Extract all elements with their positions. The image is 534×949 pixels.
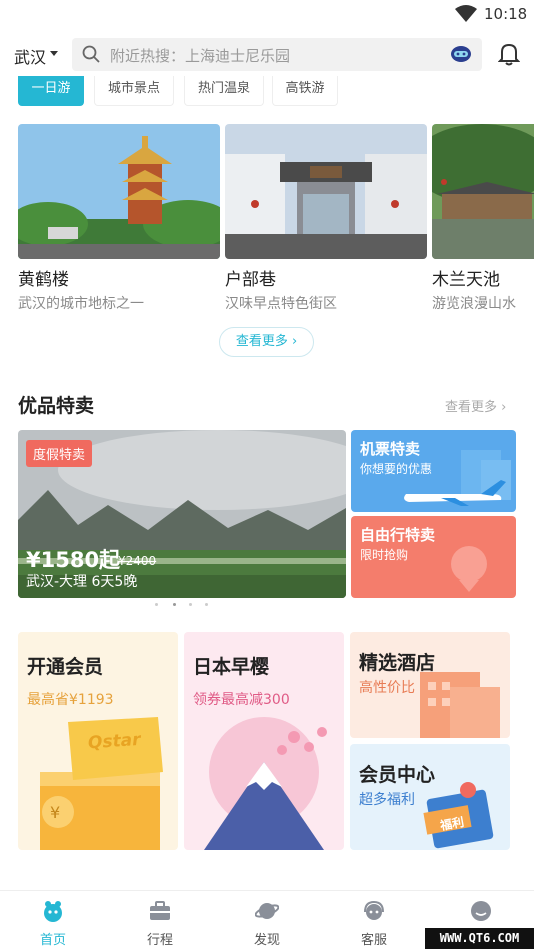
briefcase-icon [150,901,170,920]
search-placeholder: 附近热搜：上海迪士尼乐园 [110,47,291,65]
free-travel-deal-title: 自由行特卖 [360,526,436,544]
profile-face-icon [471,901,491,921]
member-center-title: 会员中心 [359,764,436,786]
wifi-icon [455,5,477,22]
deal-route: 武汉-大理 6天5晚 [26,574,138,590]
japan-card-subtitle: 领券最高减300 [193,692,290,708]
spot-name: 木兰天池 [432,270,500,290]
spot-description: 汉味早点特色街区 [225,296,337,312]
spot-description: 武汉的城市地标之一 [18,296,144,312]
spot-name: 户部巷 [225,270,276,290]
spot-card-hubu-alley[interactable]: 户部巷 汉味早点特色街区 [225,124,427,313]
member-center-subtitle: 超多福利 [359,792,415,808]
home-mascot-icon [44,901,62,922]
hotel-card[interactable]: 精选酒店 高性价比 [350,632,510,738]
tab-discover[interactable]: 发现 [237,891,297,949]
carousel-dot [189,603,192,606]
flight-deal-subtitle: 你想要的优惠 [360,462,433,476]
member-card-title: 开通会员 [27,656,104,678]
site-watermark: WWW.QT6.COM [425,928,534,949]
bell-icon[interactable] [498,42,520,66]
japan-cherry-card[interactable]: 日本早樱 领券最高减300 [184,632,344,850]
tab-label: 首页 [39,933,66,948]
flight-deal-card[interactable]: 机票特卖 你想要的优惠 [351,430,516,512]
tab-trips[interactable]: 行程 [130,891,190,949]
spot-name: 黄鹤楼 [18,270,69,290]
hotel-card-title: 精选酒店 [359,652,436,674]
deals-see-more-link[interactable]: 查看更多 › [445,396,506,415]
tab-one-day-tour[interactable]: 一日游 [18,76,84,106]
carousel-dot [205,603,208,606]
member-card-subtitle: 最高省¥1193 [27,692,114,708]
tab-label: 行程 [146,933,173,948]
member-signup-card[interactable]: ¥ Qstar 开通会员 最高省¥1193 [18,632,178,850]
city-selector[interactable]: 武汉 [14,44,46,68]
deal-original-price: ¥2400 [118,554,157,568]
spot-description: 游览浪漫山水 [432,296,516,312]
svg-text:¥: ¥ [50,803,60,822]
deal-price: ¥1580起 [26,548,121,572]
caret-down-icon[interactable] [50,51,58,56]
japan-card-title: 日本早樱 [193,656,270,678]
spot-image [18,124,220,259]
hotel-card-subtitle: 高性价比 [359,680,415,696]
section-title-deals: 优品特卖 [18,395,95,417]
carousel-dot-active [173,603,176,606]
tab-city-attractions[interactable]: 城市景点 [94,76,174,106]
member-center-card[interactable]: 福利 会员中心 超多福利 [350,744,510,850]
spot-card-mulan-lake[interactable]: 木兰天池 游览浪漫山水 [432,124,534,313]
flight-deal-title: 机票特卖 [360,440,421,458]
planet-icon [255,903,279,919]
spot-carousel: 黄鹤楼 武汉的城市地标之一 户部巷 汉味早点特色街区 木兰天池 游览浪漫山水 [0,124,534,314]
spot-card-yellow-crane-tower[interactable]: 黄鹤楼 武汉的城市地标之一 [18,124,220,313]
tab-customer-service[interactable]: 客服 [344,891,404,949]
see-more-spots-button[interactable]: 查看更多 › [219,327,314,357]
spot-image [225,124,427,259]
spot-image [432,124,534,259]
category-tabs: 一日游 城市景点 热门温泉 高铁游 [18,76,528,106]
status-bar: 10:18 [0,0,534,30]
tab-hot-springs[interactable]: 热门温泉 [184,76,264,106]
carousel-indicator [155,603,215,607]
tab-home[interactable]: 首页 [23,891,83,949]
tab-high-speed-rail[interactable]: 高铁游 [272,76,338,106]
search-row: 武汉 附近热搜：上海迪士尼乐园 [0,36,534,74]
search-icon [82,45,100,63]
tab-label: 客服 [360,933,387,948]
tab-label: 发现 [253,933,280,948]
headset-icon [364,900,384,920]
free-travel-deal-subtitle: 限时抢购 [360,548,409,562]
robot-assistant-icon[interactable] [450,45,472,63]
free-travel-deal-card[interactable]: 自由行特卖 限时抢购 [351,516,516,598]
carousel-dot [155,603,158,606]
status-time: 10:18 [484,5,528,23]
search-input[interactable]: 附近热搜：上海迪士尼乐园 [72,38,482,71]
deal-tag: 度假特卖 [26,440,93,467]
deal-main-banner[interactable]: 度假特卖 ¥1580起 ¥2400 武汉-大理 6天5晚 [18,430,346,598]
